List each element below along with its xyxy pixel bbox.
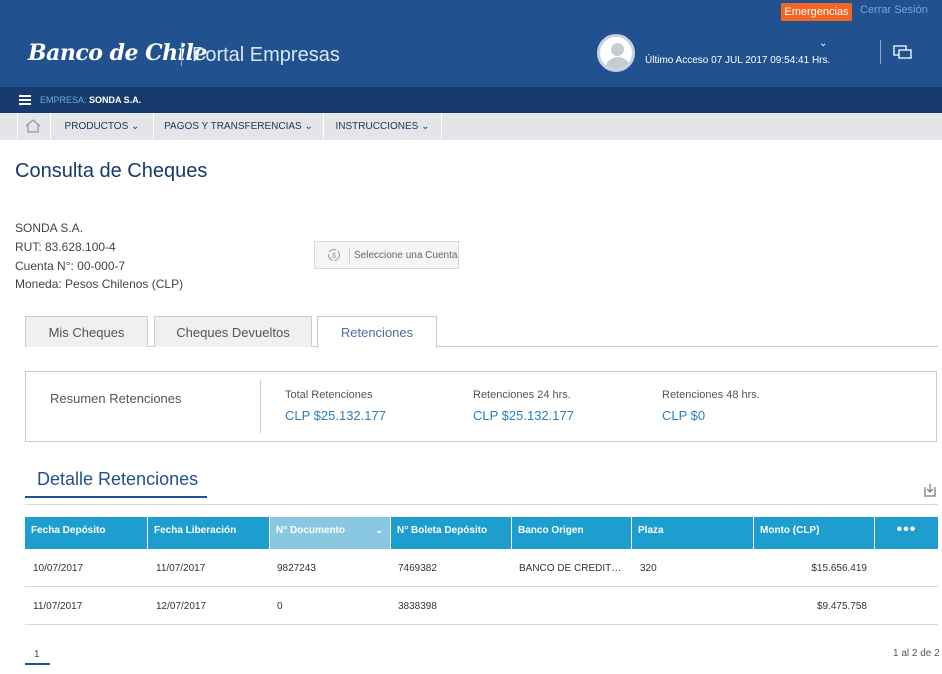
col-plaza[interactable]: Plaza [632,517,754,549]
cell-monto: $9.475.758 [816,601,867,612]
more-columns-button[interactable]: ••• [875,517,938,549]
chevron-down-icon[interactable]: ⌄ [819,38,827,49]
summary-box [25,371,937,442]
refresh-money-icon: $ [328,249,340,261]
cell-monto: $15.656.419 [811,563,867,574]
detail-divider [25,504,938,505]
cell-boleta: 7469382 [398,563,437,574]
col-banco-origen[interactable]: Banco Origen [512,517,632,549]
total-retenciones-label: Total Retenciones [285,389,373,401]
hamburger-menu-icon[interactable] [19,95,31,105]
last-access-text: Último Acceso 07 JUL 2017 09:54:41 Hrs. [645,55,831,66]
avatar-head-shape [611,43,624,56]
detail-title: Detalle Retenciones [37,469,199,489]
cell-banco: BANCO DE CREDIT… [519,563,622,574]
retenciones-48-value: CLP $0 [662,408,706,423]
svg-text:$: $ [332,253,336,260]
retenciones-24-label: Retenciones 24 hrs. [473,389,571,401]
table-row[interactable]: 10/07/2017 11/07/2017 9827243 7469382 BA… [25,549,938,587]
cell-boleta: 3838398 [398,601,437,612]
table-header: Fecha Depósito Fecha Liberación N° Docum… [25,517,938,549]
cell-fecha-deposito: 11/07/2017 [33,601,83,612]
summary-title: Resumen Retenciones [50,391,182,406]
col-fecha-deposito[interactable]: Fecha Depósito [25,517,148,549]
account-text: Cuenta N°: 00-000-7 [15,259,126,273]
col-monto[interactable]: Monto (CLP) [754,517,875,549]
emergency-button[interactable]: Emergencias [781,3,852,21]
detail-title-underline [25,496,207,498]
currency-text: Moneda: Pesos Chilenos (CLP) [15,277,184,291]
user-avatar[interactable] [597,34,635,72]
select-account-label: Seleccione una Cuenta [354,250,458,261]
pagination-info: 1 al 2 de 2 [893,648,940,659]
portal-name: Portal Empresas [192,44,340,66]
chat-icon[interactable] [893,45,913,61]
logout-link[interactable]: Cerrar Sesión [860,4,928,16]
cell-documento: 9827243 [277,563,316,574]
retenciones-48-label: Retenciones 48 hrs. [662,389,760,401]
tab-mis-cheques[interactable]: Mis Cheques [25,316,148,347]
header-divider [880,40,881,64]
company-label: EMPRESA: [40,95,87,105]
nav-productos[interactable]: PRODUCTOS ⌄ [51,113,154,140]
nav-pagos-transferencias[interactable]: PAGOS Y TRANSFERENCIAS ⌄ [154,113,324,140]
summary-divider [260,380,261,433]
select-account-button[interactable]: $ Seleccione una Cuenta [314,241,459,269]
company-name[interactable]: SONDA S.A. [89,95,141,105]
pagination-active-underline [25,663,50,665]
rut-text: RUT: 83.628.100-4 [15,240,116,254]
tab-cheques-devueltos[interactable]: Cheques Devueltos [154,316,312,347]
table-row[interactable]: 11/07/2017 12/07/2017 0 3838398 $9.475.7… [25,587,938,625]
home-icon[interactable] [25,118,41,133]
page-title: Consulta de Cheques [15,160,208,182]
cell-plaza: 320 [640,563,657,574]
company-bar [0,87,942,113]
brand-divider [181,42,182,66]
total-retenciones-value: CLP $25.132.177 [285,408,386,423]
company-text: SONDA S.A. [15,221,84,235]
cell-fecha-deposito: 10/07/2017 [33,563,84,574]
tab-retenciones[interactable]: Retenciones [317,316,437,348]
select-account-divider [349,248,350,263]
nav-instrucciones[interactable]: INSTRUCCIONES ⌄ [324,113,442,140]
col-numero-documento[interactable]: N° Documento ⌄ [270,517,391,549]
col-fecha-liberacion[interactable]: Fecha Liberación [148,517,270,549]
cell-fecha-liberacion: 12/07/2017 [156,601,207,612]
col-numero-documento-label: N° Documento [276,525,345,536]
pagination-page-1[interactable]: 1 [34,649,40,660]
col-numero-boleta[interactable]: N° Boleta Depósito [391,517,512,549]
retenciones-24-value: CLP $25.132.177 [473,408,574,423]
cell-documento: 0 [277,601,283,612]
sort-chevron-icon: ⌄ [375,525,383,535]
cell-fecha-liberacion: 11/07/2017 [156,563,206,574]
download-icon[interactable] [923,483,937,497]
